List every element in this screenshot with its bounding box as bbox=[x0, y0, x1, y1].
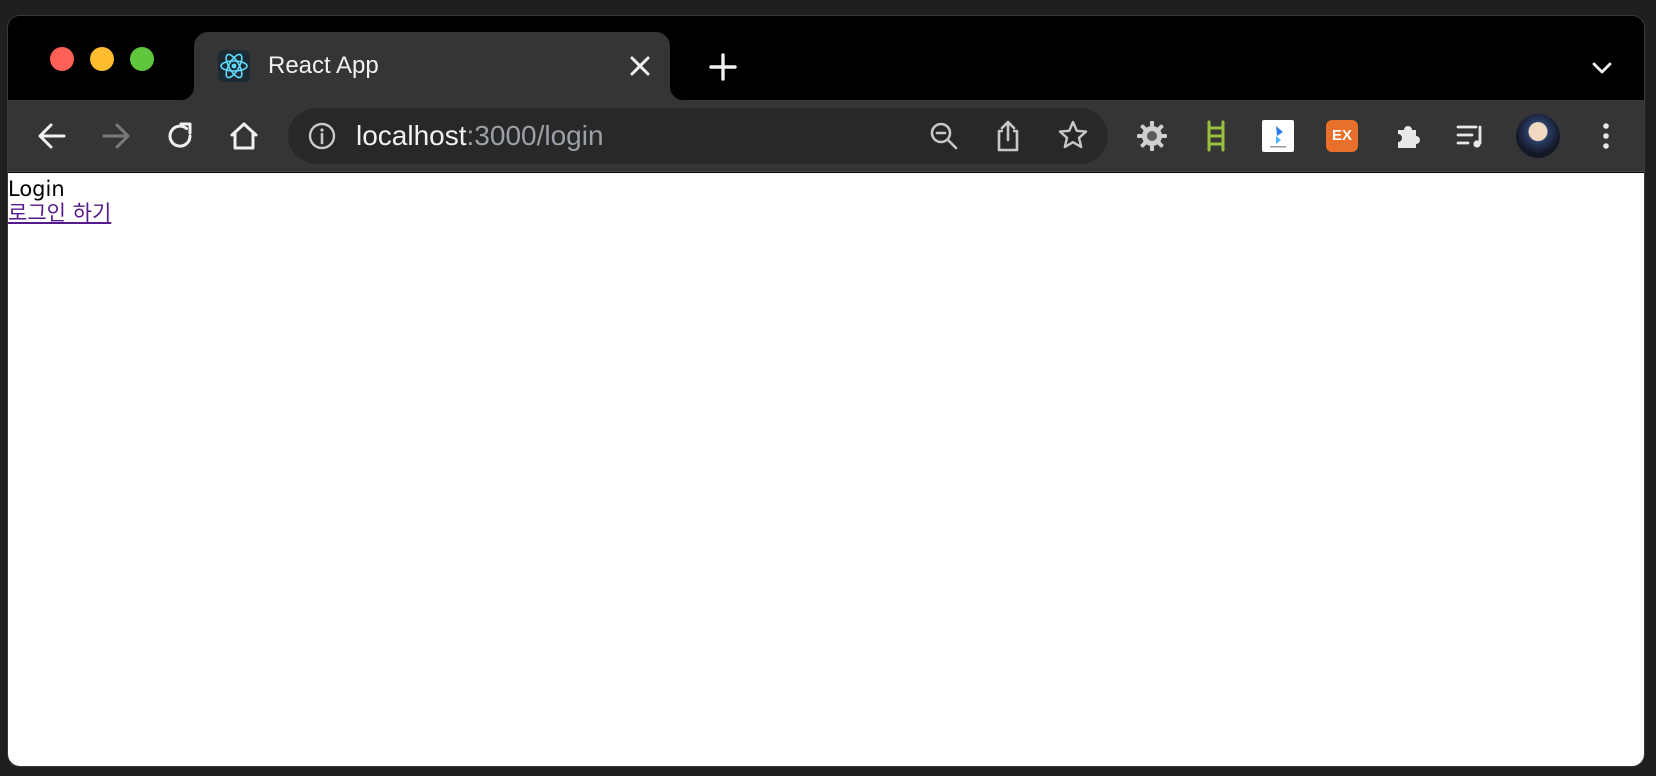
new-tab-icon[interactable] bbox=[706, 50, 740, 84]
tab-react-app[interactable]: React App bbox=[180, 32, 684, 100]
login-link[interactable]: 로그인 하기 bbox=[8, 201, 111, 225]
bookmark-star-icon[interactable] bbox=[1056, 118, 1090, 152]
profile-avatar[interactable] bbox=[1516, 114, 1560, 158]
puzzle-extensions-icon[interactable] bbox=[1390, 118, 1426, 154]
page-content: Login 로그인 하기 bbox=[8, 173, 1644, 766]
tab-title: React App bbox=[268, 52, 379, 79]
ladder-extension-icon[interactable] bbox=[1198, 118, 1234, 154]
share-icon[interactable] bbox=[992, 118, 1024, 154]
tab-strip: React App bbox=[8, 16, 1644, 100]
back-arrow-icon[interactable] bbox=[34, 118, 70, 154]
app-extension-icon[interactable] bbox=[1262, 120, 1294, 152]
close-tab-icon[interactable] bbox=[624, 50, 656, 82]
page-heading: Login bbox=[8, 177, 65, 201]
info-icon[interactable] bbox=[306, 120, 338, 152]
react-atom-icon bbox=[218, 50, 250, 82]
browser-window: React App localhost:3000/login EX Login … bbox=[8, 16, 1644, 766]
reload-icon[interactable] bbox=[162, 118, 198, 154]
url-host: localhost bbox=[356, 120, 467, 151]
gear-extension-icon[interactable] bbox=[1134, 118, 1170, 154]
kebab-menu-icon[interactable] bbox=[1588, 118, 1624, 154]
minimize-window-button[interactable] bbox=[90, 47, 114, 71]
home-icon[interactable] bbox=[226, 118, 262, 154]
close-window-button[interactable] bbox=[50, 47, 74, 71]
maximize-window-button[interactable] bbox=[130, 47, 154, 71]
address-bar[interactable]: localhost:3000/login bbox=[288, 108, 1108, 164]
zoom-out-icon[interactable] bbox=[928, 120, 960, 152]
forward-arrow-icon[interactable] bbox=[98, 118, 134, 154]
ex-extension-icon[interactable]: EX bbox=[1326, 120, 1358, 152]
media-queue-icon[interactable] bbox=[1454, 118, 1490, 154]
url-text[interactable]: localhost:3000/login bbox=[356, 120, 604, 152]
chevron-down-icon[interactable] bbox=[1588, 54, 1616, 82]
url-path: :3000/login bbox=[466, 120, 604, 151]
browser-toolbar: localhost:3000/login EX bbox=[8, 100, 1644, 172]
